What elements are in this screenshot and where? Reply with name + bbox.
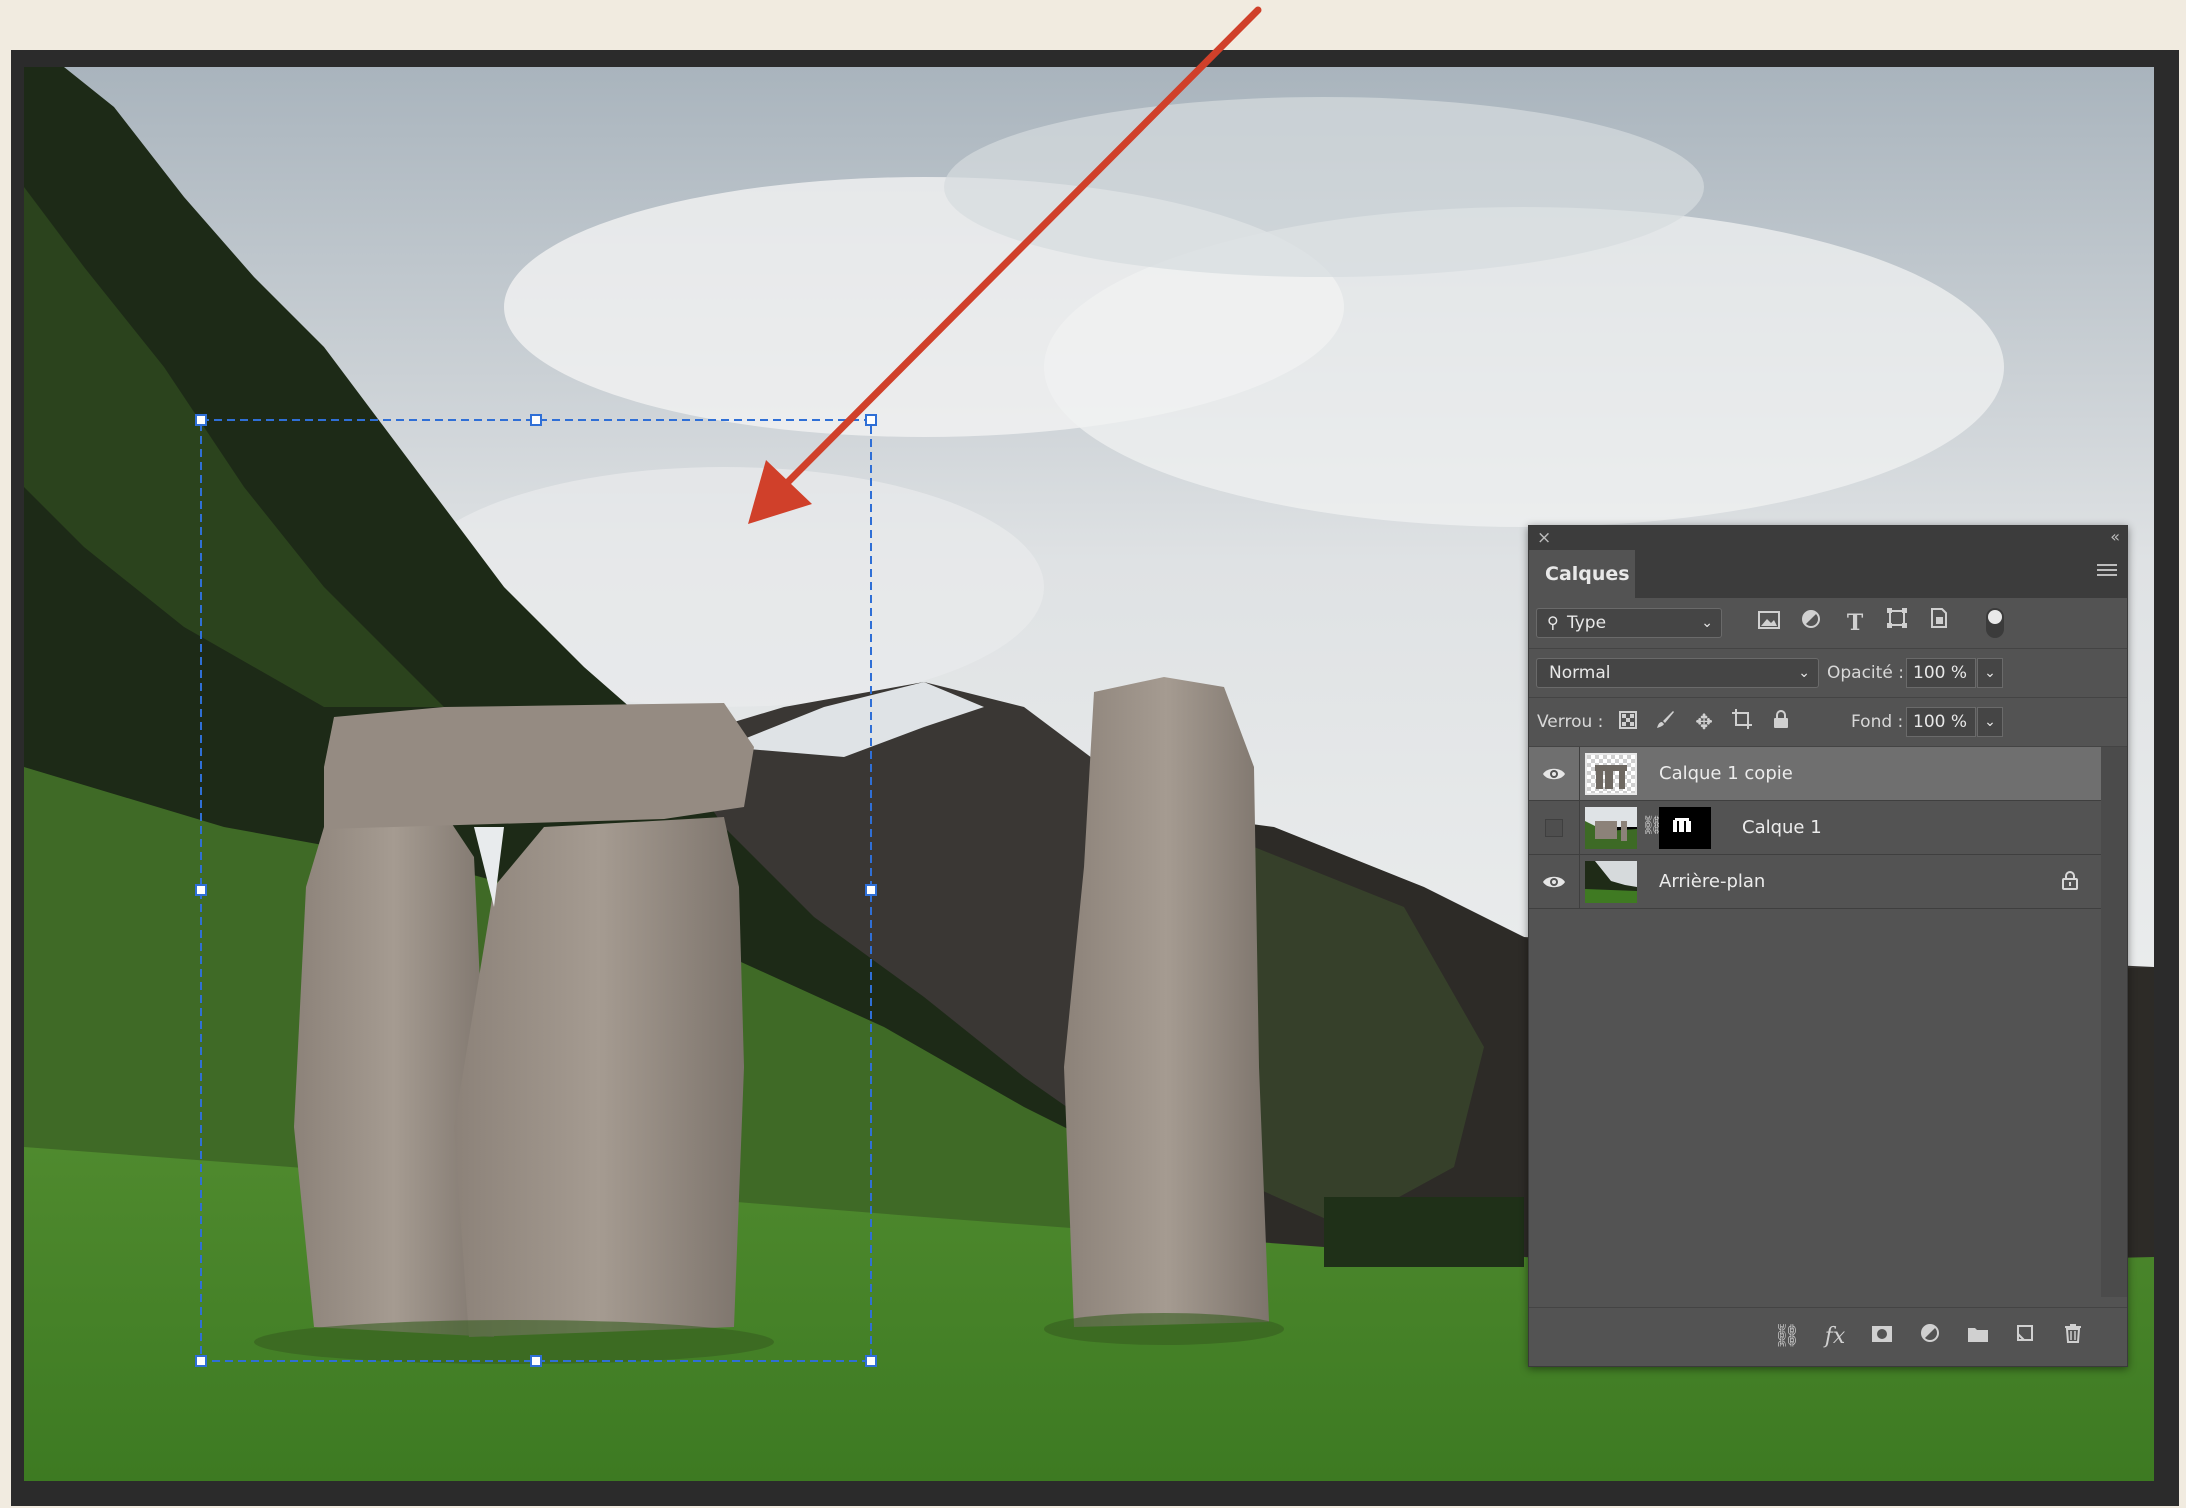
blend-mode-value: Normal: [1549, 663, 1611, 683]
lock-row: Verrou : ✥ Fond : 100 % ⌄: [1529, 698, 2127, 746]
layers-scrollbar[interactable]: [2101, 747, 2127, 1297]
layers-panel: × ‹‹ Calques ⚲ Type ⌄ T Normal ⌄ Opacité…: [1528, 525, 2128, 1367]
opacity-dropdown[interactable]: ⌄: [1977, 658, 2003, 688]
panel-menu-icon[interactable]: [2097, 564, 2117, 582]
lock-transparency-icon[interactable]: [1613, 706, 1643, 738]
adjustment-icon[interactable]: [1913, 1320, 1947, 1354]
panel-titlebar: × ‹‹: [1529, 526, 2127, 550]
layer-name[interactable]: Arrière-plan: [1659, 855, 1765, 909]
fill-dropdown[interactable]: ⌄: [1977, 707, 2003, 737]
fill-input[interactable]: 100 %: [1906, 707, 1976, 737]
adjustment-filter-icon[interactable]: [1796, 607, 1826, 639]
link-icon[interactable]: ⛓: [1770, 1320, 1804, 1354]
layer-name[interactable]: Calque 1: [1742, 801, 1822, 855]
opacity-label: Opacité :: [1827, 663, 1904, 683]
search-icon: ⚲: [1547, 613, 1559, 632]
panel-tabs: Calques: [1529, 550, 2127, 598]
filter-row: ⚲ Type ⌄ T: [1529, 598, 2127, 648]
collapse-icon[interactable]: ‹‹: [2110, 526, 2120, 548]
layer-mask-thumbnail[interactable]: [1659, 807, 1711, 849]
layer-thumbnail: [1585, 807, 1637, 849]
layer-row-arriere-plan[interactable]: Arrière-plan: [1529, 855, 2101, 909]
lock-position-icon[interactable]: ✥: [1689, 706, 1719, 738]
layer-thumbnail: [1585, 861, 1637, 903]
lock-all-icon[interactable]: [1766, 706, 1796, 738]
visibility-toggle-empty[interactable]: [1545, 819, 1563, 837]
fill-label: Fond :: [1851, 712, 1904, 732]
opacity-input[interactable]: 100 %: [1906, 658, 1976, 688]
close-icon[interactable]: ×: [1537, 527, 1551, 549]
visibility-eye-icon[interactable]: [1541, 869, 1567, 895]
chevron-down-icon: ⌄: [1798, 665, 1810, 681]
mask-icon[interactable]: [1865, 1320, 1899, 1354]
visibility-eye-icon[interactable]: [1541, 761, 1567, 787]
blend-mode-select[interactable]: Normal ⌄: [1536, 658, 1819, 688]
folder-icon[interactable]: [1961, 1320, 1995, 1354]
type-filter-icon[interactable]: T: [1840, 607, 1870, 639]
layer-name[interactable]: Calque 1 copie: [1659, 747, 1793, 801]
layer-lock-icon[interactable]: [2061, 869, 2079, 891]
filter-type-select[interactable]: ⚲ Type ⌄: [1536, 608, 1722, 638]
new-layer-icon[interactable]: [2008, 1320, 2042, 1354]
panel-bottom-toolbar: ⛓ fx: [1529, 1307, 2127, 1366]
lock-artboard-icon[interactable]: [1727, 706, 1757, 738]
blend-row: Normal ⌄ Opacité : 100 % ⌄: [1529, 649, 2127, 697]
smart-object-filter-icon[interactable]: [1924, 607, 1954, 639]
lock-label: Verrou :: [1537, 712, 1604, 732]
tab-layers[interactable]: Calques: [1529, 550, 1635, 598]
filter-toggle[interactable]: [1986, 608, 2004, 638]
chevron-down-icon: ⌄: [1701, 615, 1713, 631]
layer-row-calque-1-copie[interactable]: Calque 1 copie: [1529, 747, 2101, 801]
filter-type-label: Type: [1567, 613, 1607, 633]
trash-icon[interactable]: [2056, 1320, 2090, 1354]
lock-paint-icon[interactable]: [1650, 706, 1680, 738]
shape-filter-icon[interactable]: [1882, 607, 1912, 639]
image-filter-icon[interactable]: [1754, 607, 1784, 639]
fx-icon[interactable]: fx: [1818, 1320, 1852, 1354]
layer-thumbnail: [1585, 753, 1637, 795]
layer-row-calque-1[interactable]: ⛓ Calque 1: [1529, 801, 2101, 855]
